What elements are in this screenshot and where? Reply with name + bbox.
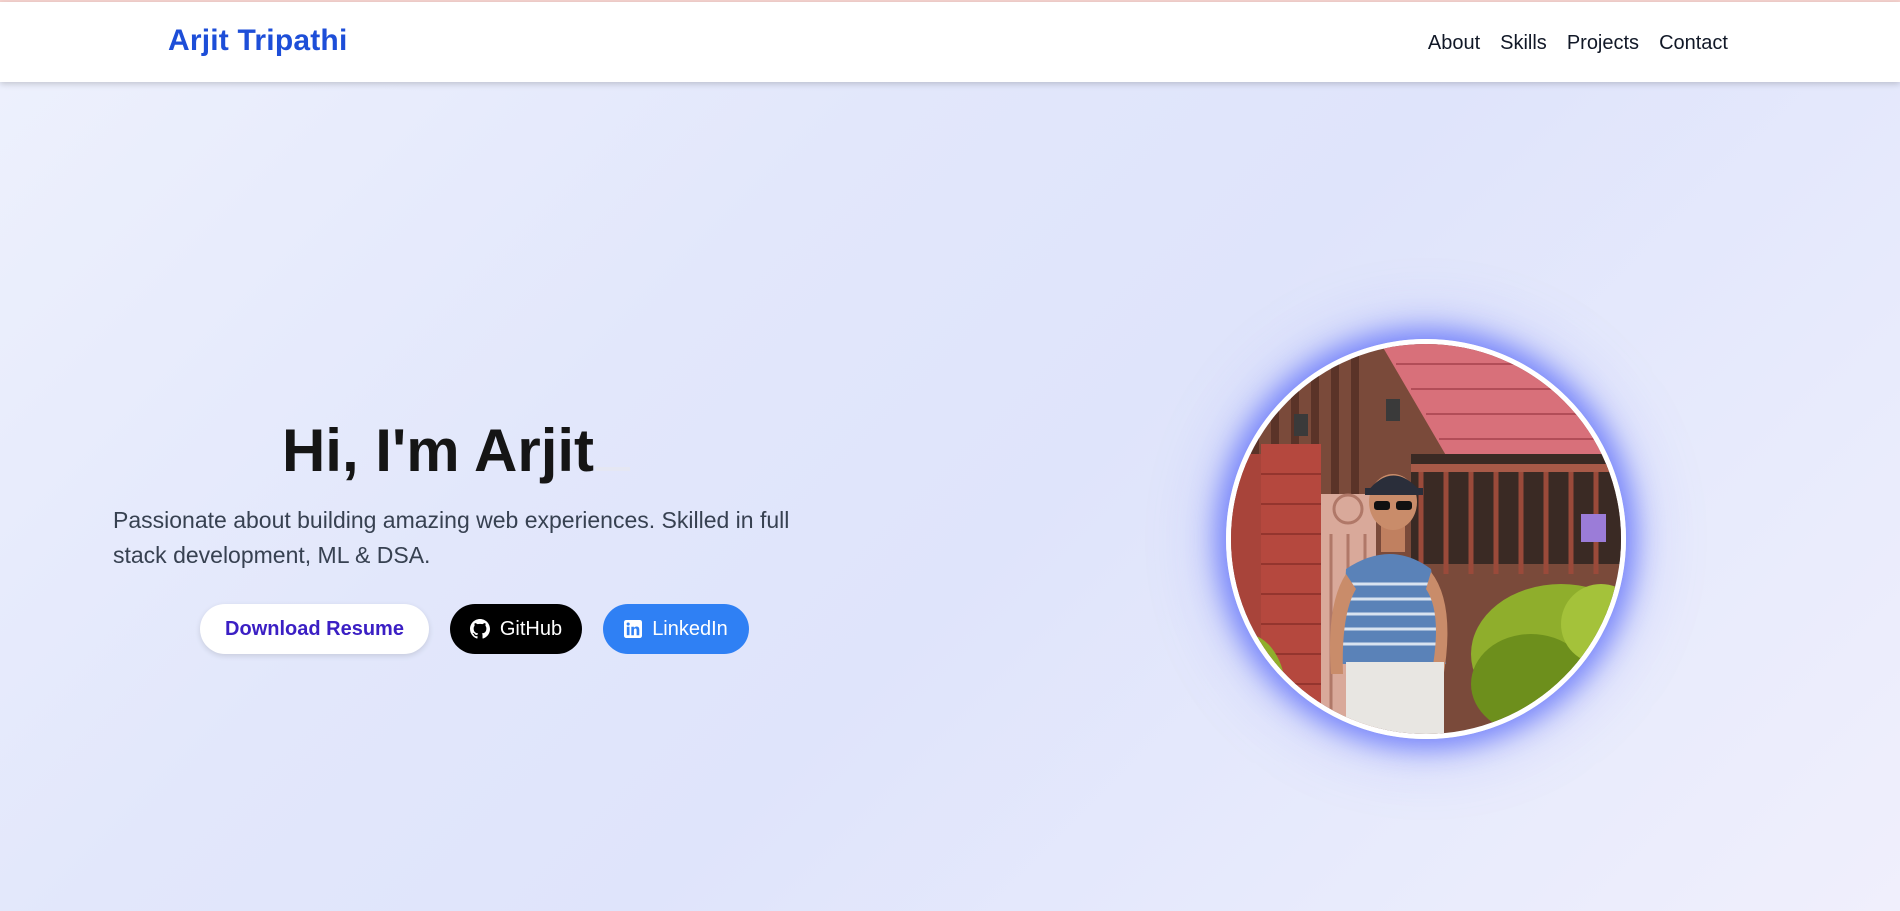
hero-actions: Download Resume GitHub LinkedIn [200,604,749,654]
hero-title-text: Hi, I'm Arjit [281,417,595,484]
profile-photo [1226,339,1626,739]
linkedin-label: LinkedIn [652,617,728,640]
download-resume-button[interactable]: Download Resume [200,604,429,654]
hero-title: Hi, I'm Arjit [0,416,912,485]
profile-photo-image [1231,344,1621,734]
site-header: Arjit Tripathi About Skills Projects Con… [0,2,1900,82]
typing-cursor [596,467,631,471]
github-button[interactable]: GitHub [450,604,582,654]
nav-contact[interactable]: Contact [1659,32,1728,55]
nav-projects[interactable]: Projects [1567,32,1639,55]
brand-logo[interactable]: Arjit Tripathi [168,24,347,58]
download-resume-label: Download Resume [225,617,404,640]
linkedin-icon [624,620,643,638]
main-nav: About Skills Projects Contact [1428,32,1728,55]
linkedin-button[interactable]: LinkedIn [603,604,749,654]
github-label: GitHub [499,617,563,640]
nav-about[interactable]: About [1428,32,1480,55]
nav-skills[interactable]: Skills [1500,32,1547,55]
github-icon [469,619,490,639]
hero-tagline: Passionate about building amazing web ex… [113,507,790,568]
